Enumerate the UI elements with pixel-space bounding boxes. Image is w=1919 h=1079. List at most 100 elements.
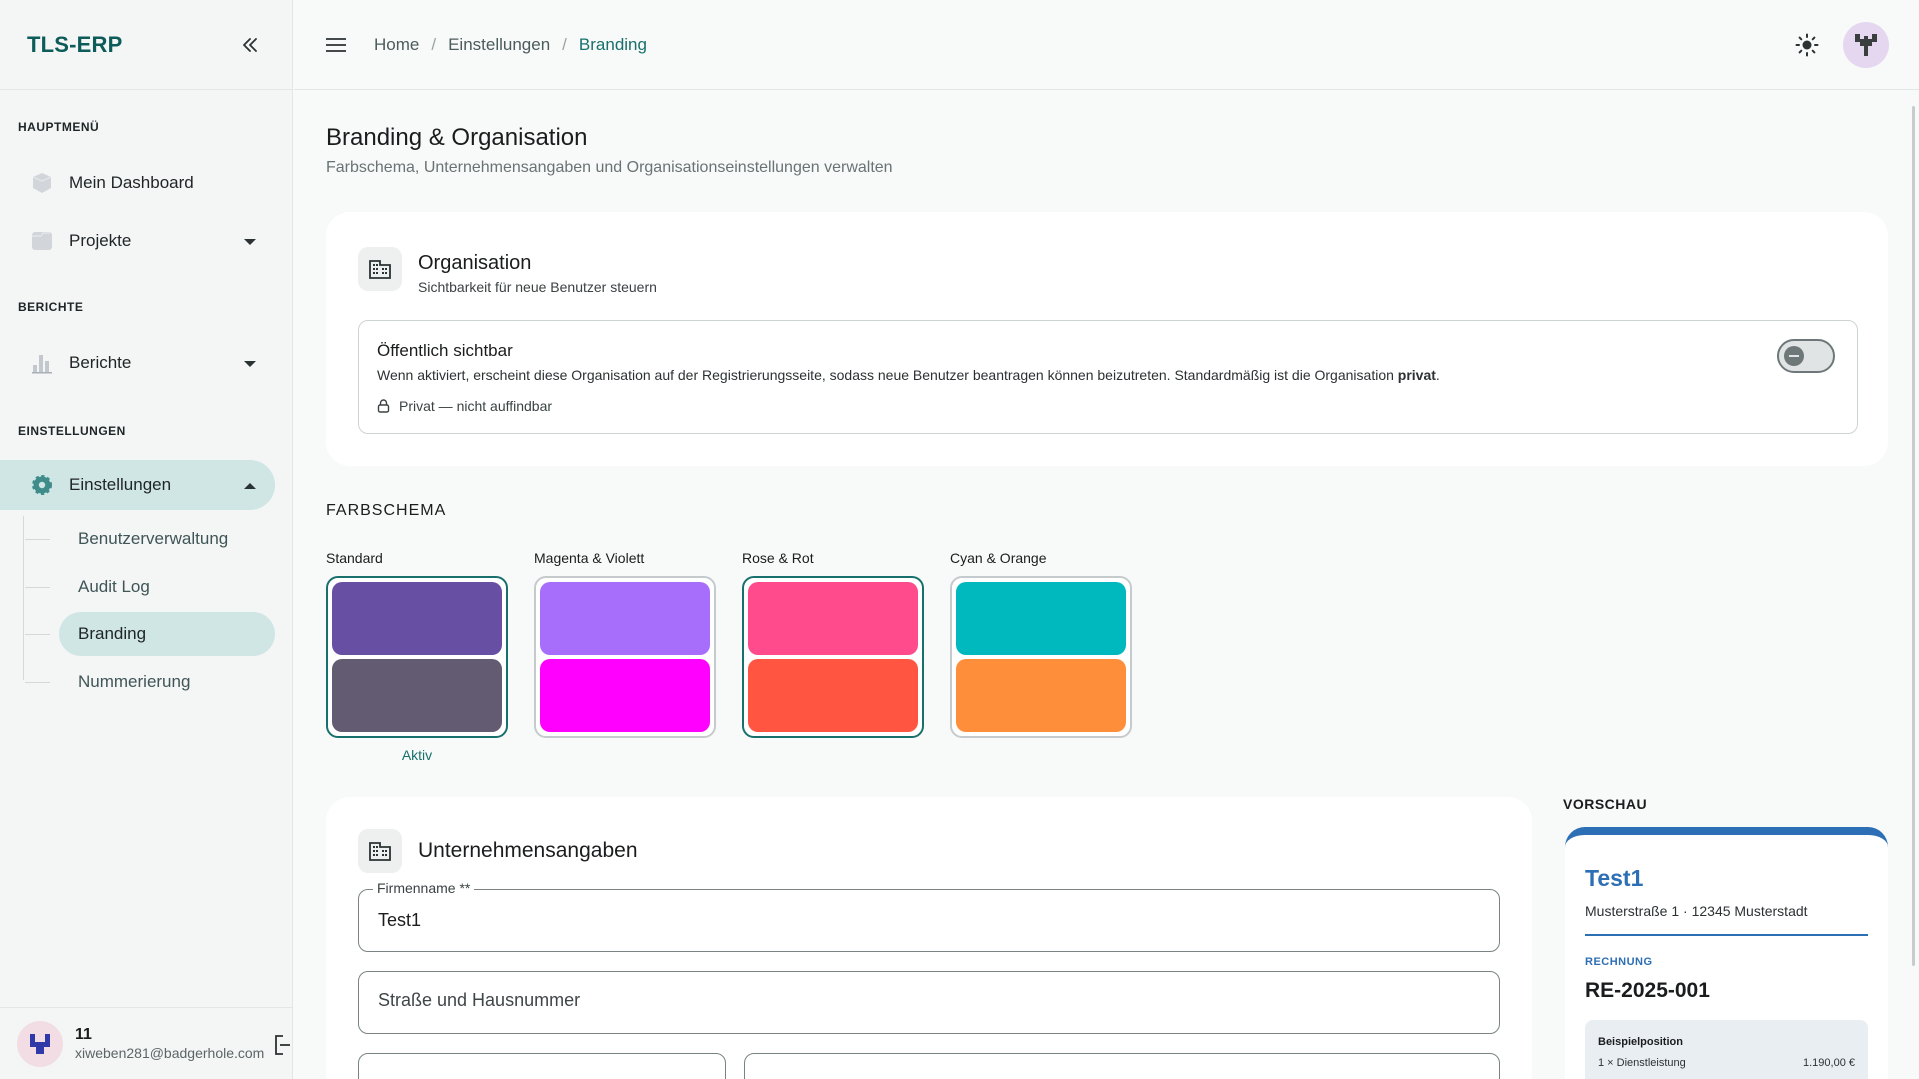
user-footer: 11 xiweben281@badgerhole.com bbox=[0, 1007, 293, 1079]
caret-up-icon bbox=[243, 475, 257, 495]
color-scheme-name: Rose & Rot bbox=[742, 550, 814, 566]
color-scheme-swatch[interactable] bbox=[534, 576, 716, 738]
sidebar-item-settings[interactable]: Einstellungen bbox=[0, 460, 275, 510]
sidebar-subitem-label: Nummerierung bbox=[78, 672, 191, 691]
preview-company-name: Test1 bbox=[1585, 865, 1644, 891]
color-scheme-option[interactable]: Rose & Rot bbox=[742, 550, 924, 738]
caret-down-icon bbox=[243, 231, 257, 251]
sidebar-item-reports[interactable]: Berichte bbox=[0, 338, 275, 388]
caret-down-icon bbox=[243, 353, 257, 373]
preview-label: VORSCHAU bbox=[1563, 796, 1648, 812]
building-icon bbox=[358, 247, 402, 291]
color-scheme-option[interactable]: Standard Aktiv bbox=[326, 550, 508, 763]
preview-item-qty: 1 × Dienstleistung bbox=[1598, 1057, 1686, 1069]
building-icon bbox=[358, 829, 402, 873]
double-chevron-left-icon bbox=[243, 37, 257, 52]
sidebar-item-projects[interactable]: Projekte bbox=[0, 216, 275, 266]
organisation-titles: Organisation Sichtbarkeit für neue Benut… bbox=[418, 247, 657, 295]
public-visibility-description: Wenn aktiviert, erscheint diese Organisa… bbox=[377, 367, 1440, 383]
lock-icon bbox=[377, 399, 390, 413]
color-scheme-name: Magenta & Violett bbox=[534, 550, 645, 566]
sun-icon bbox=[1795, 33, 1819, 57]
color-scheme-swatch[interactable] bbox=[326, 576, 508, 738]
user-name: 11 bbox=[75, 1026, 92, 1043]
app-logo: TLS-ERP bbox=[27, 31, 123, 57]
sidebar-subitem-numbering[interactable]: Nummerierung bbox=[25, 660, 275, 704]
user-avatar[interactable] bbox=[1843, 22, 1889, 68]
swatch-primary bbox=[956, 582, 1126, 655]
color-scheme-option[interactable]: Cyan & Orange bbox=[950, 550, 1132, 738]
sidebar-subitem-label: Benutzerverwaltung bbox=[78, 529, 229, 548]
preview-doc-number: RE-2025-001 bbox=[1585, 979, 1710, 1002]
sidebar-subitem-user-management[interactable]: Benutzerverwaltung bbox=[25, 517, 275, 561]
menu-button[interactable] bbox=[324, 33, 348, 57]
sidebar-item-dashboard[interactable]: Mein Dashboard bbox=[0, 158, 275, 208]
logout-button[interactable] bbox=[273, 1034, 291, 1061]
gear-icon bbox=[30, 473, 54, 497]
preview-address: Musterstraße 1 · 12345 Musterstadt bbox=[1585, 903, 1808, 919]
description-end: . bbox=[1435, 367, 1440, 383]
breadcrumb-separator: / bbox=[562, 34, 567, 54]
section-label-main: HAUPTMENÜ bbox=[18, 120, 100, 134]
street-field[interactable] bbox=[358, 971, 1500, 1034]
collapse-sidebar-button[interactable] bbox=[238, 33, 262, 57]
sidebar: TLS-ERP HAUPTMENÜ Mein Dashboard Projekt… bbox=[0, 0, 293, 1079]
company-title: Unternehmensangaben bbox=[418, 839, 638, 862]
subnav-tick bbox=[25, 539, 50, 540]
preview-doc-type: RECHNUNG bbox=[1585, 956, 1653, 968]
swatch-secondary bbox=[332, 659, 502, 732]
page-title: Branding & Organisation bbox=[326, 124, 588, 151]
section-label-reports: BERICHTE bbox=[18, 300, 84, 314]
organisation-header: Organisation Sichtbarkeit für neue Benut… bbox=[358, 247, 657, 295]
description-text: Wenn aktiviert, erscheint diese Organisa… bbox=[377, 367, 1394, 383]
color-scheme-label: FARBSCHEMA bbox=[326, 502, 447, 519]
preview-line-item: Beispielposition 1 × Dienstleistung 1.19… bbox=[1585, 1020, 1868, 1079]
page-subtitle: Farbschema, Unternehmensangaben und Orga… bbox=[326, 159, 893, 176]
user-email: xiweben281@badgerhole.com bbox=[75, 1045, 265, 1061]
breadcrumb-settings[interactable]: Einstellungen bbox=[448, 35, 550, 55]
organisation-subtitle: Sichtbarkeit für neue Benutzer steuern bbox=[418, 279, 657, 295]
description-bold: privat bbox=[1397, 367, 1436, 383]
identicon-icon bbox=[30, 1033, 50, 1054]
subnav-tick bbox=[25, 587, 50, 588]
sidebar-subitem-branding[interactable]: Branding bbox=[25, 612, 275, 656]
color-scheme-name: Standard bbox=[326, 550, 383, 566]
postal-code-field[interactable] bbox=[358, 1053, 726, 1079]
company-name-label: Firmenname ** bbox=[373, 880, 475, 896]
color-scheme-name: Cyan & Orange bbox=[950, 550, 1047, 566]
sidebar-header: TLS-ERP bbox=[0, 0, 292, 90]
color-scheme-swatch[interactable] bbox=[742, 576, 924, 738]
theme-toggle-button[interactable] bbox=[1795, 33, 1819, 62]
company-header: Unternehmensangaben bbox=[358, 829, 638, 873]
subnav-tick bbox=[25, 634, 50, 635]
sidebar-subitem-audit-log[interactable]: Audit Log bbox=[25, 565, 275, 609]
breadcrumb-separator: / bbox=[431, 34, 437, 54]
preview-item-name: Beispielposition bbox=[1598, 1036, 1683, 1048]
swatch-primary bbox=[748, 582, 918, 655]
bar-chart-icon bbox=[30, 351, 54, 375]
active-scheme-label: Aktiv bbox=[401, 747, 433, 763]
sidebar-item-label: Projekte bbox=[69, 231, 132, 250]
city-field[interactable] bbox=[744, 1053, 1500, 1079]
breadcrumb-home[interactable]: Home bbox=[374, 35, 419, 55]
subnav-line bbox=[23, 516, 24, 680]
street-input[interactable] bbox=[378, 990, 1478, 1011]
sidebar-item-label: Einstellungen bbox=[69, 475, 172, 494]
company-name-value: Test1 bbox=[378, 910, 422, 930]
avatar[interactable] bbox=[17, 1020, 63, 1067]
public-visibility-toggle[interactable] bbox=[1777, 339, 1835, 373]
hamburger-icon bbox=[326, 37, 346, 52]
visibility-status-text: Privat — nicht auffindbar bbox=[399, 398, 553, 414]
sidebar-subitem-label: Audit Log bbox=[78, 577, 150, 596]
folder-icon bbox=[30, 229, 54, 253]
public-visibility-title: Öffentlich sichtbar bbox=[377, 341, 513, 360]
visibility-status: Privat — nicht auffindbar bbox=[377, 398, 552, 414]
dashboard-icon bbox=[30, 171, 54, 195]
color-scheme-option[interactable]: Magenta & Violett bbox=[534, 550, 716, 738]
scrollbar[interactable] bbox=[1912, 106, 1915, 966]
color-scheme-swatch[interactable] bbox=[950, 576, 1132, 738]
swatch-secondary bbox=[956, 659, 1126, 732]
company-name-field[interactable]: Firmenname ** Test1 bbox=[358, 880, 1500, 952]
invoice-preview: Test1 Musterstraße 1 · 12345 Musterstadt… bbox=[1565, 827, 1888, 1079]
section-label-settings: EINSTELLUNGEN bbox=[18, 424, 126, 438]
